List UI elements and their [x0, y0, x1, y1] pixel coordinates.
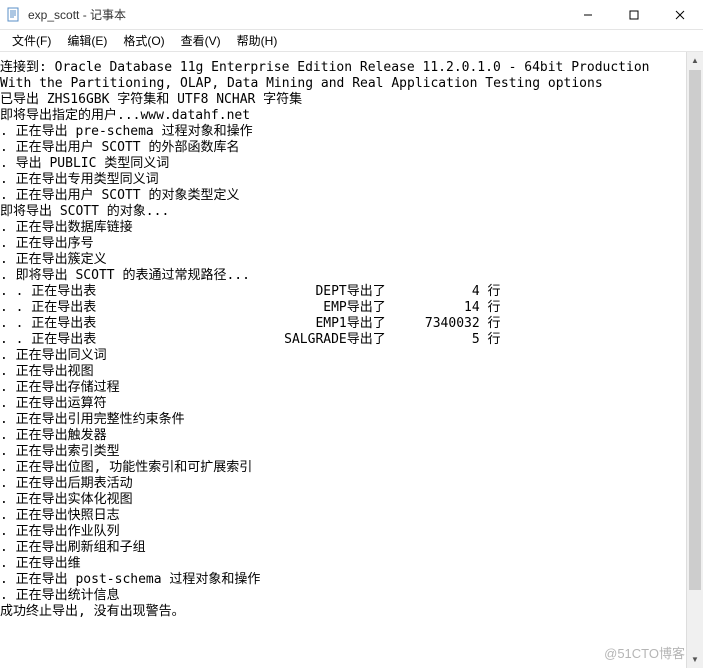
notepad-icon: [6, 7, 22, 23]
text-line: . . 正在导出表 EMP1导出了 7340032 行: [0, 316, 703, 332]
text-line: . 正在导出同义词: [0, 348, 703, 364]
text-line: . 正在导出用户 SCOTT 的外部函数库名: [0, 140, 703, 156]
text-line: . 正在导出序号: [0, 236, 703, 252]
text-line: . 导出 PUBLIC 类型同义词: [0, 156, 703, 172]
text-line: 即将导出指定的用户...www.datahf.net: [0, 108, 703, 124]
titlebar: exp_scott - 记事本: [0, 0, 703, 30]
scroll-thumb[interactable]: [689, 70, 701, 590]
text-line: . 正在导出用户 SCOTT 的对象类型定义: [0, 188, 703, 204]
scroll-down-arrow[interactable]: ▼: [687, 651, 703, 668]
menu-file[interactable]: 文件(F): [4, 30, 59, 51]
menubar: 文件(F) 编辑(E) 格式(O) 查看(V) 帮助(H): [0, 30, 703, 52]
menu-help[interactable]: 帮助(H): [229, 30, 286, 51]
window-title: exp_scott - 记事本: [28, 6, 565, 23]
scroll-up-arrow[interactable]: ▲: [687, 52, 703, 69]
text-line: 即将导出 SCOTT 的对象...: [0, 204, 703, 220]
close-button[interactable]: [657, 0, 703, 29]
minimize-button[interactable]: [565, 0, 611, 29]
menu-view[interactable]: 查看(V): [173, 30, 229, 51]
text-line: 已导出 ZHS16GBK 字符集和 UTF8 NCHAR 字符集: [0, 92, 703, 108]
maximize-button[interactable]: [611, 0, 657, 29]
window-controls: [565, 0, 703, 29]
text-line: . 正在导出作业队列: [0, 524, 703, 540]
text-line: . 正在导出快照日志: [0, 508, 703, 524]
text-line: . 正在导出位图, 功能性索引和可扩展索引: [0, 460, 703, 476]
text-line: With the Partitioning, OLAP, Data Mining…: [0, 76, 703, 92]
text-line: . 正在导出刷新组和子组: [0, 540, 703, 556]
text-line: . 正在导出运算符: [0, 396, 703, 412]
text-line: . 正在导出实体化视图: [0, 492, 703, 508]
text-line: . . 正在导出表 SALGRADE导出了 5 行: [0, 332, 703, 348]
text-line: . 正在导出触发器: [0, 428, 703, 444]
menu-format[interactable]: 格式(O): [115, 30, 172, 51]
text-line: . 正在导出统计信息: [0, 588, 703, 604]
text-content[interactable]: 连接到: Oracle Database 11g Enterprise Edit…: [0, 52, 703, 620]
text-line: . 正在导出维: [0, 556, 703, 572]
text-line: . . 正在导出表 EMP导出了 14 行: [0, 300, 703, 316]
text-line: . 正在导出存储过程: [0, 380, 703, 396]
menu-edit[interactable]: 编辑(E): [59, 30, 115, 51]
text-line: . 正在导出簇定义: [0, 252, 703, 268]
text-line: . . 正在导出表 DEPT导出了 4 行: [0, 284, 703, 300]
text-line: . 正在导出后期表活动: [0, 476, 703, 492]
text-line: . 即将导出 SCOTT 的表通过常规路径...: [0, 268, 703, 284]
text-line: . 正在导出视图: [0, 364, 703, 380]
text-line: . 正在导出引用完整性约束条件: [0, 412, 703, 428]
text-line: 成功终止导出, 没有出现警告。: [0, 604, 703, 620]
text-line: . 正在导出专用类型同义词: [0, 172, 703, 188]
text-line: . 正在导出索引类型: [0, 444, 703, 460]
text-line: . 正在导出 post-schema 过程对象和操作: [0, 572, 703, 588]
watermark: @51CTO博客: [604, 643, 685, 662]
text-line: . 正在导出数据库链接: [0, 220, 703, 236]
text-line: . 正在导出 pre-schema 过程对象和操作: [0, 124, 703, 140]
text-line: 连接到: Oracle Database 11g Enterprise Edit…: [0, 60, 703, 76]
vertical-scrollbar[interactable]: ▲ ▼: [686, 52, 703, 668]
